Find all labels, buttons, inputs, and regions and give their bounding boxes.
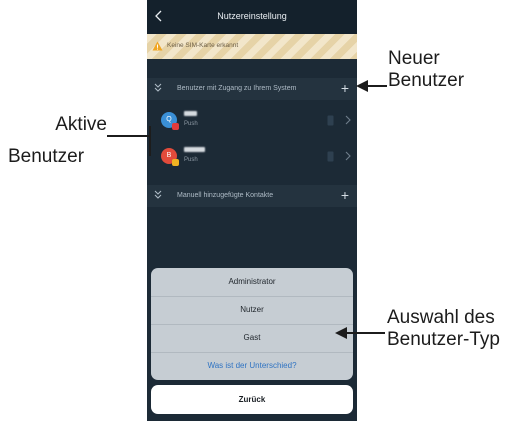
- annotation-arrows: [107, 80, 387, 339]
- arrow-head: [335, 327, 347, 339]
- arrow-head: [356, 80, 368, 92]
